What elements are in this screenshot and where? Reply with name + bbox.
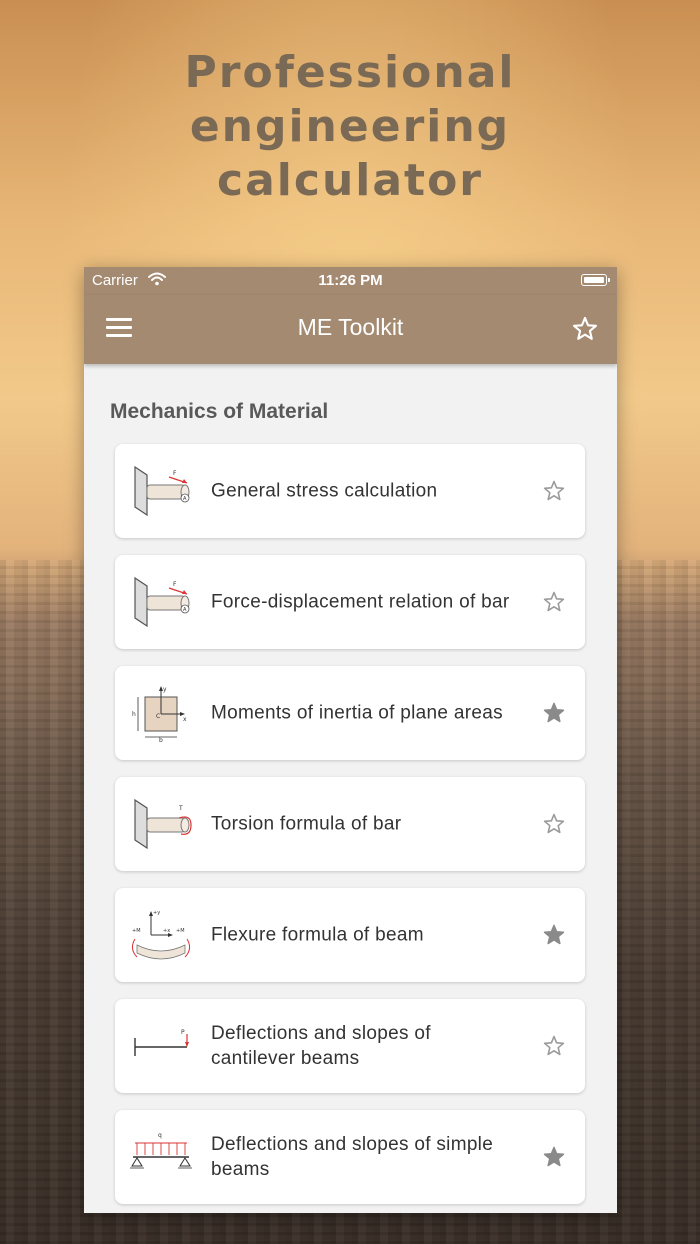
formula-list: A F General stress calculation A F Force… bbox=[84, 444, 617, 1204]
svg-text:+y: +y bbox=[153, 910, 160, 916]
cantilever-bar-torque-icon: T bbox=[134, 798, 192, 850]
app-title: ME Toolkit bbox=[297, 314, 404, 340]
star-outline-icon[interactable] bbox=[542, 812, 566, 836]
star-outline-icon[interactable] bbox=[542, 590, 566, 614]
item-label: Deflections and slopes of cantilever bea… bbox=[211, 1023, 431, 1069]
star-outline-icon[interactable] bbox=[542, 1034, 566, 1058]
status-bar: Carrier 11:26 PM bbox=[84, 267, 617, 295]
svg-text:x: x bbox=[183, 716, 187, 723]
svg-text:+x: +x bbox=[163, 928, 170, 934]
list-item-torsion[interactable]: T Torsion formula of bar bbox=[115, 777, 585, 871]
list-item-force-displacement[interactable]: A F Force-displacement relation of bar bbox=[115, 555, 585, 649]
battery-icon bbox=[581, 274, 610, 286]
star-outline-icon[interactable] bbox=[542, 479, 566, 503]
item-label: Moments of inertia of plane areas bbox=[211, 702, 503, 724]
status-time: 11:26 PM bbox=[318, 272, 383, 289]
star-filled-icon[interactable] bbox=[542, 701, 566, 725]
svg-text:T: T bbox=[178, 805, 183, 812]
svg-text:A: A bbox=[183, 607, 187, 613]
svg-text:P: P bbox=[181, 1029, 185, 1036]
headline-line-1: Professional bbox=[184, 47, 516, 98]
svg-text:C: C bbox=[156, 713, 160, 720]
svg-text:+M: +M bbox=[132, 928, 141, 934]
rectangle-section-icon: y x C h b bbox=[132, 686, 187, 743]
svg-text:q: q bbox=[158, 1132, 162, 1139]
promo-headline: Professional engineering calculator bbox=[0, 46, 700, 208]
cantilever-bar-force-icon: A F bbox=[134, 465, 190, 517]
item-label: General stress calculation bbox=[211, 480, 438, 502]
item-label: Force-displacement relation of bar bbox=[211, 591, 510, 613]
simple-beam-icon: q bbox=[130, 1132, 192, 1169]
phone-screen: Carrier 11:26 PM ME Toolkit Mechanics of… bbox=[84, 267, 617, 1213]
svg-text:y: y bbox=[163, 686, 167, 693]
list-item-flexure[interactable]: +y +x +M +M Flexure formula of beam bbox=[115, 888, 585, 982]
section-title: Mechanics of Material bbox=[110, 400, 329, 423]
list-item-moments-of-inertia[interactable]: y x C h b Moments of inertia of plane ar… bbox=[115, 666, 585, 760]
svg-text:A: A bbox=[183, 496, 187, 502]
headline-line-2: engineering bbox=[189, 101, 511, 152]
favorites-star-icon[interactable] bbox=[571, 315, 599, 343]
svg-text:b: b bbox=[159, 737, 163, 743]
beam-bending-icon: +y +x +M +M bbox=[131, 910, 191, 960]
star-filled-icon[interactable] bbox=[542, 923, 566, 947]
star-filled-icon[interactable] bbox=[542, 1145, 566, 1169]
item-label: Torsion formula of bar bbox=[211, 813, 402, 835]
svg-text:+M: +M bbox=[176, 928, 185, 934]
app-bar: ME Toolkit bbox=[84, 295, 617, 364]
cantilever-bar-force-icon: A F bbox=[134, 576, 190, 628]
list-item-simple-beams[interactable]: q Deflections and slopes of simple beams bbox=[115, 1110, 585, 1204]
item-label: Flexure formula of beam bbox=[211, 924, 424, 946]
list-item-cantilever-beams[interactable]: P Deflections and slopes of cantilever b… bbox=[115, 999, 585, 1093]
svg-text:F: F bbox=[173, 470, 177, 477]
svg-text:h: h bbox=[132, 711, 136, 718]
cantilever-beam-icon: P bbox=[134, 1029, 189, 1056]
headline-line-3: calculator bbox=[217, 155, 483, 206]
svg-text:F: F bbox=[173, 581, 177, 588]
list-item-general-stress[interactable]: A F General stress calculation bbox=[115, 444, 585, 538]
item-label: Deflections and slopes of simple beams bbox=[211, 1134, 494, 1180]
